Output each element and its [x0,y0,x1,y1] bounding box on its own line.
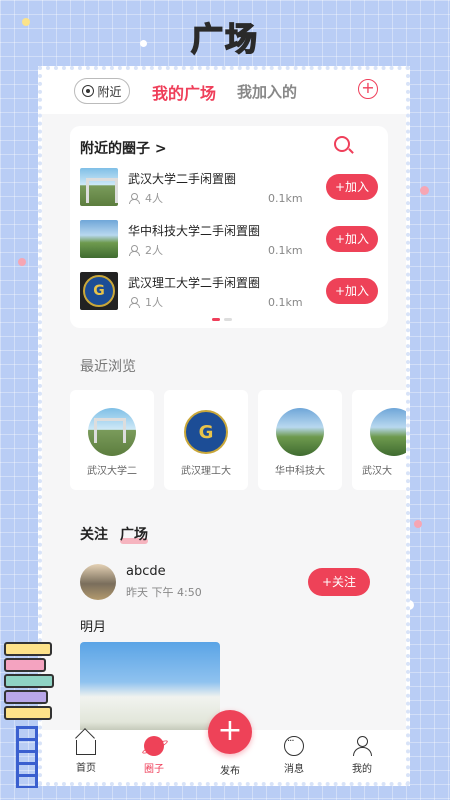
university-seal-icon: G [184,410,228,454]
add-circle-icon[interactable]: + [358,79,378,99]
decor-dot [414,520,422,528]
list-item[interactable]: G 武汉理工大学二手闲置圈 1人 0.1km +加入 [80,272,378,312]
group-distance: 0.1km [268,192,303,205]
users-icon [128,297,142,308]
recent-thumbnail [88,408,136,456]
message-icon [284,736,304,756]
join-button[interactable]: +加入 [326,278,378,304]
recent-title: 最近浏览 [80,359,136,375]
decor-dot [140,40,147,47]
university-seal-icon: G [83,275,115,307]
publish-label: 发布 [220,766,240,777]
tab-home[interactable]: 首页 [56,730,116,782]
group-distance: 0.1km [268,244,303,257]
book-illustration [4,690,48,704]
recent-item[interactable]: 武汉大 [352,390,406,490]
tab-me-label: 我的 [352,764,372,775]
list-item[interactable]: 武汉大学二手闲置圈 4人 0.1km +加入 [80,168,378,208]
phone-frame: 附近 我的广场 我加入的 + 附近的圈子 > 武汉大学二手闲置圈 4人 0.1k… [38,66,410,786]
app-screen: 附近 我的广场 我加入的 + 附近的圈子 > 武汉大学二手闲置圈 4人 0.1k… [42,70,406,782]
decor-dot [18,258,26,266]
join-button[interactable]: +加入 [326,226,378,252]
books-decoration [0,640,56,790]
recent-item[interactable]: G 武汉理工大 [164,390,248,490]
top-bar: 附近 我的广场 我加入的 + [42,70,406,114]
recent-label: 武汉大学二 [87,466,137,477]
ladder-illustration [16,726,38,788]
book-illustration [4,706,52,720]
member-count: 1人 [145,296,163,309]
tab-joined[interactable]: 我加入的 [237,81,297,102]
group-name: 华中科技大学二手闲置圈 [128,224,261,238]
recent-label: 武汉理工大 [181,466,231,477]
search-icon[interactable] [334,136,350,152]
users-icon [128,193,142,204]
group-members: 1人 [128,294,163,310]
book-illustration [4,658,46,672]
users-icon [128,245,142,256]
chevron-right-icon: > [154,141,167,157]
user-icon [352,736,372,756]
tab-circle[interactable]: 圈子 [124,730,184,782]
recent-thumbnail [370,408,406,456]
banner-title: 广场 [190,19,259,59]
list-item[interactable]: 华中科技大学二手闲置圈 2人 0.1km +加入 [80,220,378,260]
group-members: 4人 [128,190,163,206]
group-thumbnail [80,220,118,258]
post-image[interactable] [80,642,220,742]
page-dot [224,318,232,321]
tab-me[interactable]: 我的 [332,730,392,782]
recent-item[interactable]: 华中科技大 [258,390,342,490]
decor-dot [22,18,30,26]
group-thumbnail [80,168,118,206]
recent-label: 武汉大 [362,466,392,477]
recent-thumbnail [276,408,324,456]
tab-home-label: 首页 [76,763,96,774]
tab-messages[interactable]: 消息 [264,730,324,782]
location-target-icon [82,85,95,97]
book-illustration [4,642,52,656]
nearby-groups-card: 附近的圈子 > 武汉大学二手闲置圈 4人 0.1km +加入 华中科技大学二手闲… [70,126,388,328]
planet-icon [144,736,164,756]
recent-thumbnail: G [182,408,230,456]
page-dot-active [212,318,220,321]
tab-my-plaza[interactable]: 我的广场 [152,80,216,104]
group-name: 武汉大学二手闲置圈 [128,172,237,186]
tab-plaza[interactable]: 广场 [120,524,148,544]
tab-follow[interactable]: 关注 [80,524,108,544]
decor-dot [420,186,429,195]
nearby-groups-title[interactable]: 附近的圈子 > [80,138,167,158]
post-text: 明月 [80,620,107,635]
post-username[interactable]: abcde [126,564,166,579]
follow-button[interactable]: +关注 [308,568,370,596]
avatar[interactable] [80,564,116,600]
join-button[interactable]: +加入 [326,174,378,200]
book-illustration [4,674,54,688]
member-count: 4人 [145,192,163,205]
publish-button[interactable]: + [208,710,252,754]
group-distance: 0.1km [268,296,303,309]
group-members: 2人 [128,242,163,258]
recent-list: 武汉大学二 G 武汉理工大 华中科技大 武汉大 [70,390,406,490]
tab-circle-label: 圈子 [144,764,164,775]
recent-label: 华中科技大 [275,466,325,477]
page-indicator [212,318,232,321]
nearby-groups-title-text: 附近的圈子 [80,141,150,157]
post-timestamp: 昨天 下午 4:50 [126,586,202,599]
nearby-button[interactable]: 附近 [74,78,130,104]
group-name: 武汉理工大学二手闲置圈 [128,276,261,290]
group-thumbnail: G [80,272,118,310]
member-count: 2人 [145,244,163,257]
tab-messages-label: 消息 [284,764,304,775]
nearby-label: 附近 [97,84,122,99]
recent-item[interactable]: 武汉大学二 [70,390,154,490]
home-icon [76,740,96,755]
